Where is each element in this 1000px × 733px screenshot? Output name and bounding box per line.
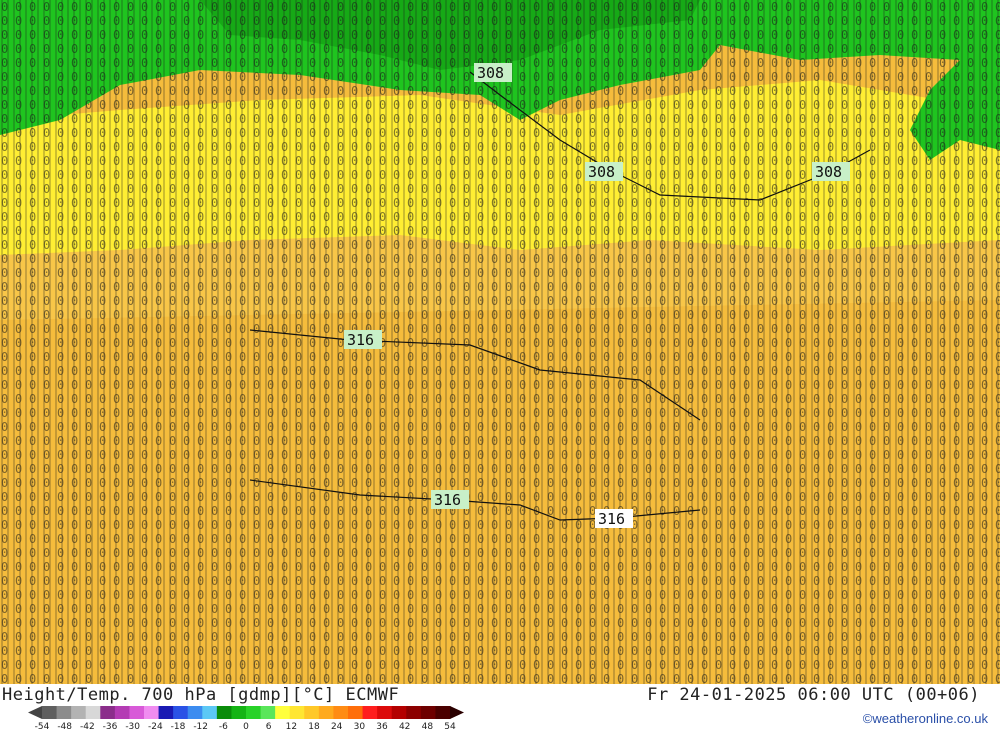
legend-swatch xyxy=(71,706,87,719)
legend-swatch xyxy=(318,706,334,719)
weather-map: 0 308 308 308 3 xyxy=(0,0,1000,684)
legend-tick-label: 12 xyxy=(286,722,297,730)
legend-swatch xyxy=(42,706,58,719)
color-scale-legend: -54 -48 -42 -36 -30 -24 -18 -12 -6 0 6 12 18 24 30 36 42… xyxy=(28,706,464,730)
contour-label-316-a: 316 xyxy=(344,330,382,349)
contour-label-text: 308 xyxy=(588,163,615,181)
legend-swatch xyxy=(114,706,130,719)
legend-swatch xyxy=(362,706,378,719)
legend-swatch xyxy=(275,706,291,719)
legend-swatch xyxy=(377,706,393,719)
legend-swatch xyxy=(420,706,436,719)
legend-tick-label: 48 xyxy=(422,722,434,730)
contour-label-308-c: 308 xyxy=(812,162,850,181)
legend-tick-label: 24 xyxy=(331,722,343,730)
legend-swatch xyxy=(289,706,305,719)
contour-label-308-a: 308 xyxy=(474,63,512,82)
legend-swatch xyxy=(144,706,160,719)
legend-swatch xyxy=(129,706,145,719)
legend-tick-label: -6 xyxy=(219,722,228,730)
temperature-digit-texture xyxy=(0,0,1000,684)
contour-label-308-b: 308 xyxy=(585,162,623,181)
credit-link[interactable]: ©weatheronline.co.uk xyxy=(863,711,988,726)
legend-swatch xyxy=(260,706,276,719)
legend-swatch xyxy=(435,706,451,719)
legend-swatch xyxy=(304,706,320,719)
legend-swatch xyxy=(391,706,407,719)
legend-tick-label: -48 xyxy=(57,722,72,730)
legend-tick-label: 18 xyxy=(308,722,320,730)
legend-tick-label: -36 xyxy=(103,722,118,730)
legend-tick-label: 6 xyxy=(266,722,272,730)
legend-swatch xyxy=(56,706,72,719)
contour-label-text: 316 xyxy=(434,491,461,509)
legend-tick-label: -18 xyxy=(171,722,186,730)
forecast-datetime: Fr 24-01-2025 06:00 UTC (00+06) xyxy=(647,685,980,705)
legend-arrow-left xyxy=(28,706,42,719)
legend-swatch xyxy=(187,706,203,719)
legend-tick-label: -42 xyxy=(80,722,95,730)
legend-swatch xyxy=(246,706,262,719)
legend-tick-label: -12 xyxy=(193,722,208,730)
contour-label-text: 316 xyxy=(598,510,625,528)
legend-tick-label: 0 xyxy=(243,722,249,730)
legend-tick-label: 30 xyxy=(354,722,366,730)
map-title: Height/Temp. 700 hPa [gdmp][°C] ECMWF xyxy=(2,685,400,705)
legend-swatch xyxy=(85,706,101,719)
legend-swatch xyxy=(158,706,174,719)
contour-label-316-c: 316 xyxy=(595,509,633,528)
legend-swatch xyxy=(202,706,218,719)
legend-tick-label: -24 xyxy=(148,722,163,730)
legend-tick-label: 54 xyxy=(444,722,456,730)
legend-tick-label: -30 xyxy=(125,722,140,730)
contour-label-text: 316 xyxy=(347,331,374,349)
contour-label-text: 308 xyxy=(477,64,504,82)
contour-label-text: 308 xyxy=(815,163,842,181)
legend-swatch xyxy=(231,706,247,719)
legend-tick-label: -54 xyxy=(35,722,50,730)
legend-swatch xyxy=(100,706,116,719)
map-footer: Height/Temp. 700 hPa [gdmp][°C] ECMWF Fr… xyxy=(0,684,1000,733)
legend-arrow-right xyxy=(450,706,464,719)
legend-tick-label: 42 xyxy=(399,722,410,730)
legend-swatch xyxy=(406,706,422,719)
legend-swatch xyxy=(216,706,232,719)
legend-swatch xyxy=(333,706,349,719)
legend-swatch xyxy=(348,706,364,719)
legend-swatch xyxy=(173,706,189,719)
legend-tick-label: 36 xyxy=(376,722,388,730)
contour-label-316-b: 316 xyxy=(431,490,469,509)
